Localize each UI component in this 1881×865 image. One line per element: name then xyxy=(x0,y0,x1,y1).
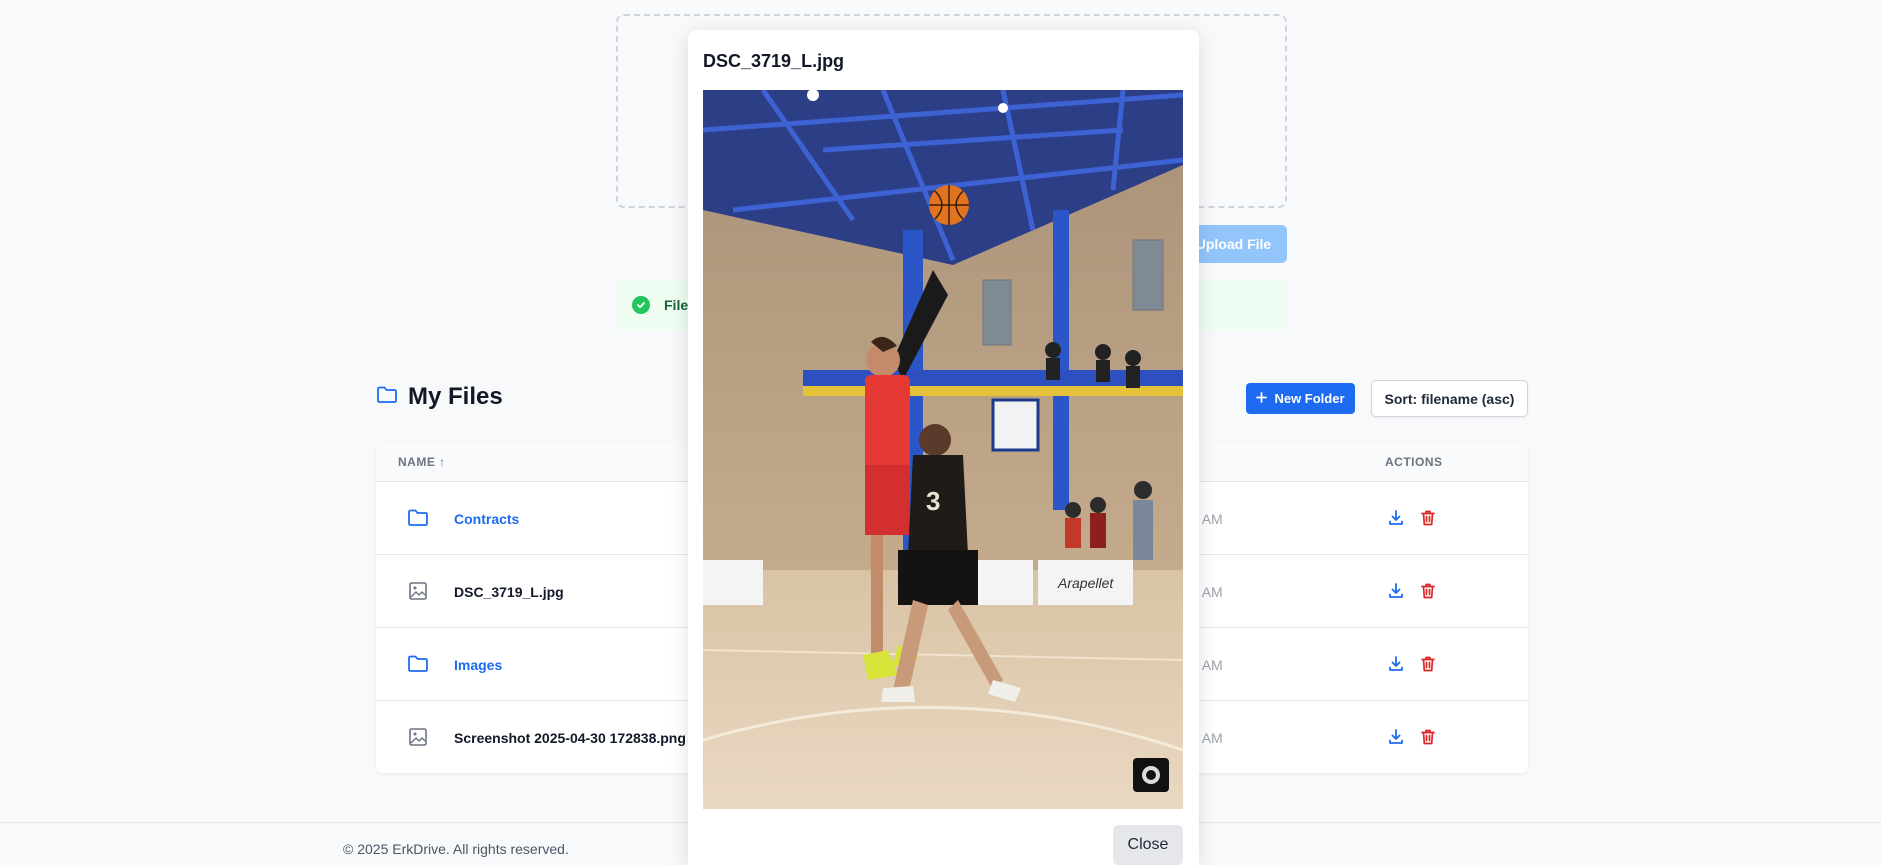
trash-icon[interactable] xyxy=(1419,655,1437,673)
download-icon[interactable] xyxy=(1387,582,1405,600)
banner-text: Arapellet xyxy=(1057,575,1114,591)
file-name[interactable]: Screenshot 2025-04-30 172838.png xyxy=(454,730,686,746)
image-file-icon xyxy=(407,727,429,747)
folder-icon xyxy=(407,654,429,674)
modal-title: DSC_3719_L.jpg xyxy=(703,51,845,71)
file-name[interactable]: DSC_3719_L.jpg xyxy=(454,584,564,600)
column-header-name[interactable]: NAME ↑ xyxy=(398,455,446,469)
copyright-text: © 2025 ErkDrive. All rights reserved. xyxy=(343,841,569,857)
trash-icon[interactable] xyxy=(1419,509,1437,527)
svg-text:3: 3 xyxy=(926,486,940,516)
image-preview-modal: DSC_3719_L.jpg Arapellet 3 Close xyxy=(688,30,1199,865)
preview-image: ertizuera Arapellet xyxy=(703,90,1183,809)
folder-icon xyxy=(376,385,398,410)
files-header: My Files xyxy=(376,383,503,411)
success-message: File xyxy=(664,297,689,313)
page-title: My Files xyxy=(408,383,503,410)
download-icon[interactable] xyxy=(1387,655,1405,673)
image-file-icon xyxy=(407,581,429,601)
plus-icon xyxy=(1256,391,1268,406)
new-folder-button[interactable]: New Folder xyxy=(1246,383,1355,414)
folder-icon xyxy=(407,508,429,528)
new-folder-label: New Folder xyxy=(1274,391,1345,406)
check-circle-icon xyxy=(632,296,650,314)
sort-button[interactable]: Sort: filename (asc) xyxy=(1371,380,1528,417)
file-name-link[interactable]: Contracts xyxy=(454,511,519,527)
trash-icon[interactable] xyxy=(1419,582,1437,600)
download-icon[interactable] xyxy=(1387,728,1405,746)
column-header-actions: ACTIONS xyxy=(1385,455,1443,469)
close-button[interactable]: Close xyxy=(1113,825,1183,865)
trash-icon[interactable] xyxy=(1419,728,1437,746)
file-name-link[interactable]: Images xyxy=(454,657,502,673)
download-icon[interactable] xyxy=(1387,509,1405,527)
